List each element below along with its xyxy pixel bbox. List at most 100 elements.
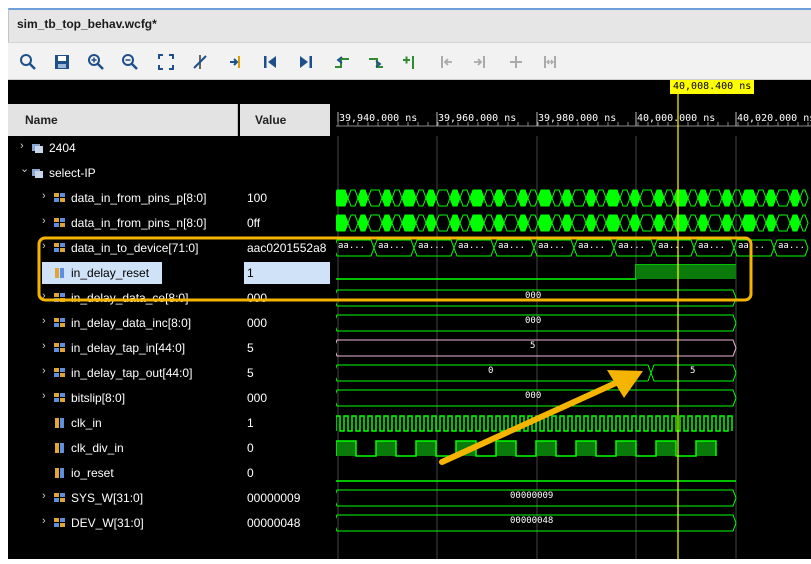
bus-value-label: aa... <box>738 241 766 251</box>
search-icon[interactable] <box>18 52 38 72</box>
signal-group-row[interactable]: › 2404 <box>8 136 338 161</box>
bus-waveform-segment <box>333 339 737 357</box>
scope-icon <box>32 167 44 179</box>
previous-transition-icon[interactable] <box>332 52 352 72</box>
bus-signal-icon <box>54 342 66 354</box>
bus-waveform-segment <box>493 214 505 232</box>
bus-signal-icon <box>54 367 66 379</box>
signal-row[interactable]: › data_in_from_pins_p[8:0] 100 <box>8 186 338 211</box>
bus-waveform-segment <box>585 214 597 232</box>
signal-row[interactable]: › in_delay_data_inc[8:0] 000 <box>8 311 338 336</box>
bus-waveform-segment <box>571 214 587 232</box>
bus-waveform-segment <box>707 214 723 232</box>
chevron-right-icon[interactable]: › <box>42 215 52 229</box>
waveform-canvas[interactable] <box>333 80 811 559</box>
clock-high-fill <box>456 441 476 456</box>
signal-row[interactable]: › bitslip[8:0] 000 <box>8 386 338 411</box>
snap-icon[interactable] <box>540 52 560 72</box>
zoom-in-icon[interactable] <box>86 52 106 72</box>
save-icon[interactable] <box>52 52 72 72</box>
bus-signal-icon <box>54 317 66 329</box>
signal-name: data_in_from_pins_p[8:0] <box>71 191 207 205</box>
zoom-out-icon[interactable] <box>120 52 140 72</box>
bus-waveform-segment <box>425 189 437 207</box>
bus-value-label: aa... <box>378 241 406 251</box>
bus-waveform-segment <box>721 214 733 232</box>
signal-row[interactable]: in_delay_reset 1 <box>8 261 338 286</box>
bit-signal-icon <box>54 267 66 279</box>
name-column-header[interactable]: Name <box>8 104 238 136</box>
signal-value: 0 <box>247 466 254 480</box>
signal-name: in_delay_reset <box>71 266 150 280</box>
bus-waveform-segment <box>673 214 689 232</box>
signal-row[interactable]: clk_in 1 <box>8 411 338 436</box>
clock-high-fill <box>536 441 556 456</box>
bus-waveform-segment <box>469 214 485 232</box>
bus-waveform-segment <box>639 214 655 232</box>
signal-group-row[interactable]: ⌄ select-IP <box>8 161 338 186</box>
zoom-fit-icon[interactable] <box>156 52 176 72</box>
signal-row[interactable]: › SYS_W[31:0] 00000009 <box>8 486 338 511</box>
signal-row[interactable]: › in_delay_tap_in[44:0] 5 <box>8 336 338 361</box>
chevron-right-icon[interactable]: › <box>42 340 52 354</box>
bus-waveform-segment <box>585 189 597 207</box>
bus-waveform-segment <box>367 189 383 207</box>
bus-value-label: aa... <box>658 241 686 251</box>
timeline-tick-label: 40,020.000 ns <box>737 113 811 124</box>
bus-waveform-segment <box>333 189 349 207</box>
bus-waveform-segment <box>605 189 621 207</box>
bus-waveform-segment <box>687 189 699 207</box>
bus-waveform-segment <box>619 214 631 232</box>
wcfg-tab[interactable]: sim_tb_top_behav.wcfg* <box>8 8 811 42</box>
signal-row[interactable]: › in_delay_tap_out[44:0] 5 <box>8 361 338 386</box>
add-marker-icon[interactable] <box>400 52 420 72</box>
bus-value-label: aa... <box>578 241 606 251</box>
signal-name: 2404 <box>49 141 76 155</box>
signal-name: bitslip[8:0] <box>71 391 126 405</box>
signal-value: 00000048 <box>247 516 301 530</box>
signal-row[interactable]: › data_in_from_pins_n[8:0] 0ff <box>8 211 338 236</box>
next-transition-icon[interactable] <box>366 52 386 72</box>
signal-name: data_in_from_pins_n[8:0] <box>71 216 207 230</box>
chevron-right-icon[interactable]: › <box>42 240 52 254</box>
previous-marker-icon[interactable] <box>436 52 456 72</box>
bus-waveform-segment <box>333 214 349 232</box>
bus-waveform-segment <box>391 189 403 207</box>
clock-high-fill <box>656 441 676 456</box>
signal-row[interactable]: › DEV_W[31:0] 00000048 <box>8 511 338 536</box>
signal-name: clk_div_in <box>71 441 124 455</box>
go-to-cursor-icon[interactable] <box>226 52 246 72</box>
signal-row[interactable]: › in_delay_data_ce[8:0] 000 <box>8 286 338 311</box>
timeline-tick-label: 39,980.000 ns <box>538 113 617 124</box>
bus-value-label: 5 <box>690 366 696 376</box>
chevron-down-icon[interactable]: ⌄ <box>20 162 30 176</box>
chevron-right-icon[interactable]: › <box>42 365 52 379</box>
signal-value: 1 <box>247 266 254 280</box>
go-to-end-icon[interactable] <box>296 52 316 72</box>
clock-high-fill <box>336 441 356 456</box>
bus-waveform-segment <box>435 189 451 207</box>
signal-row[interactable]: io_reset 0 <box>8 461 338 486</box>
chevron-right-icon[interactable]: › <box>42 490 52 504</box>
bit-signal-icon <box>54 417 66 429</box>
bus-value-label: 00000009 <box>510 491 554 501</box>
cursor-time-label[interactable]: 40,008.400 ns <box>670 80 755 94</box>
bus-value-label: aa... <box>418 241 446 251</box>
chevron-right-icon[interactable]: › <box>42 390 52 404</box>
swap-cursors-icon[interactable] <box>506 52 526 72</box>
signal-row[interactable]: clk_div_in 0 <box>8 436 338 461</box>
go-to-start-icon[interactable] <box>260 52 280 72</box>
chevron-right-icon[interactable]: › <box>42 190 52 204</box>
clock-waveform <box>335 415 733 432</box>
value-column-header[interactable]: Value <box>240 104 330 136</box>
chevron-right-icon[interactable]: › <box>42 290 52 304</box>
signal-name: in_delay_data_ce[8:0] <box>71 291 189 305</box>
next-marker-icon[interactable] <box>470 52 490 72</box>
chevron-right-icon[interactable]: › <box>42 315 52 329</box>
chevron-right-icon[interactable]: › <box>20 140 30 154</box>
waveform-area: Name Value › 2404 ⌄ select-IP › data_in_from_… <box>8 80 811 559</box>
chevron-right-icon[interactable]: › <box>42 515 52 529</box>
cursor-clear-icon[interactable] <box>190 52 210 72</box>
bus-signal-icon <box>54 217 66 229</box>
signal-row[interactable]: › data_in_to_device[71:0] aac0201552a8 <box>8 236 338 261</box>
